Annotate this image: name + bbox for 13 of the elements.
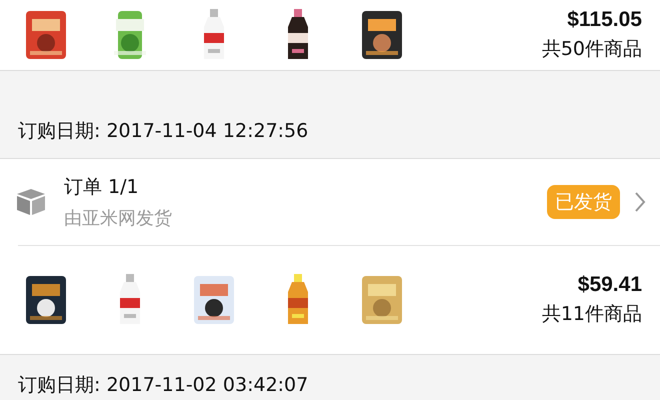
- status-badge: 已发货: [547, 184, 620, 218]
- item-count: 共11件商品: [542, 302, 642, 326]
- order-total: $59.41: [578, 272, 642, 296]
- order-date: 订购日期: 2017-11-02 03:42:07: [18, 373, 308, 398]
- shipper-text: 由亚米网发货: [64, 206, 173, 230]
- box-icon: [16, 188, 46, 216]
- order-card[interactable]: 订单 1/1 由亚米网发货 已发货 $59.41 共11件商品: [0, 158, 660, 354]
- order-title: 订单 1/1: [64, 174, 140, 200]
- order-total: $115.05: [567, 8, 642, 32]
- item-count: 共50件商品: [542, 37, 642, 62]
- order-card[interactable]: $115.05 共50件商品: [0, 0, 660, 71]
- chevron-right-icon[interactable]: [634, 190, 646, 212]
- order-date: 订购日期: 2017-11-04 12:27:56: [18, 118, 308, 144]
